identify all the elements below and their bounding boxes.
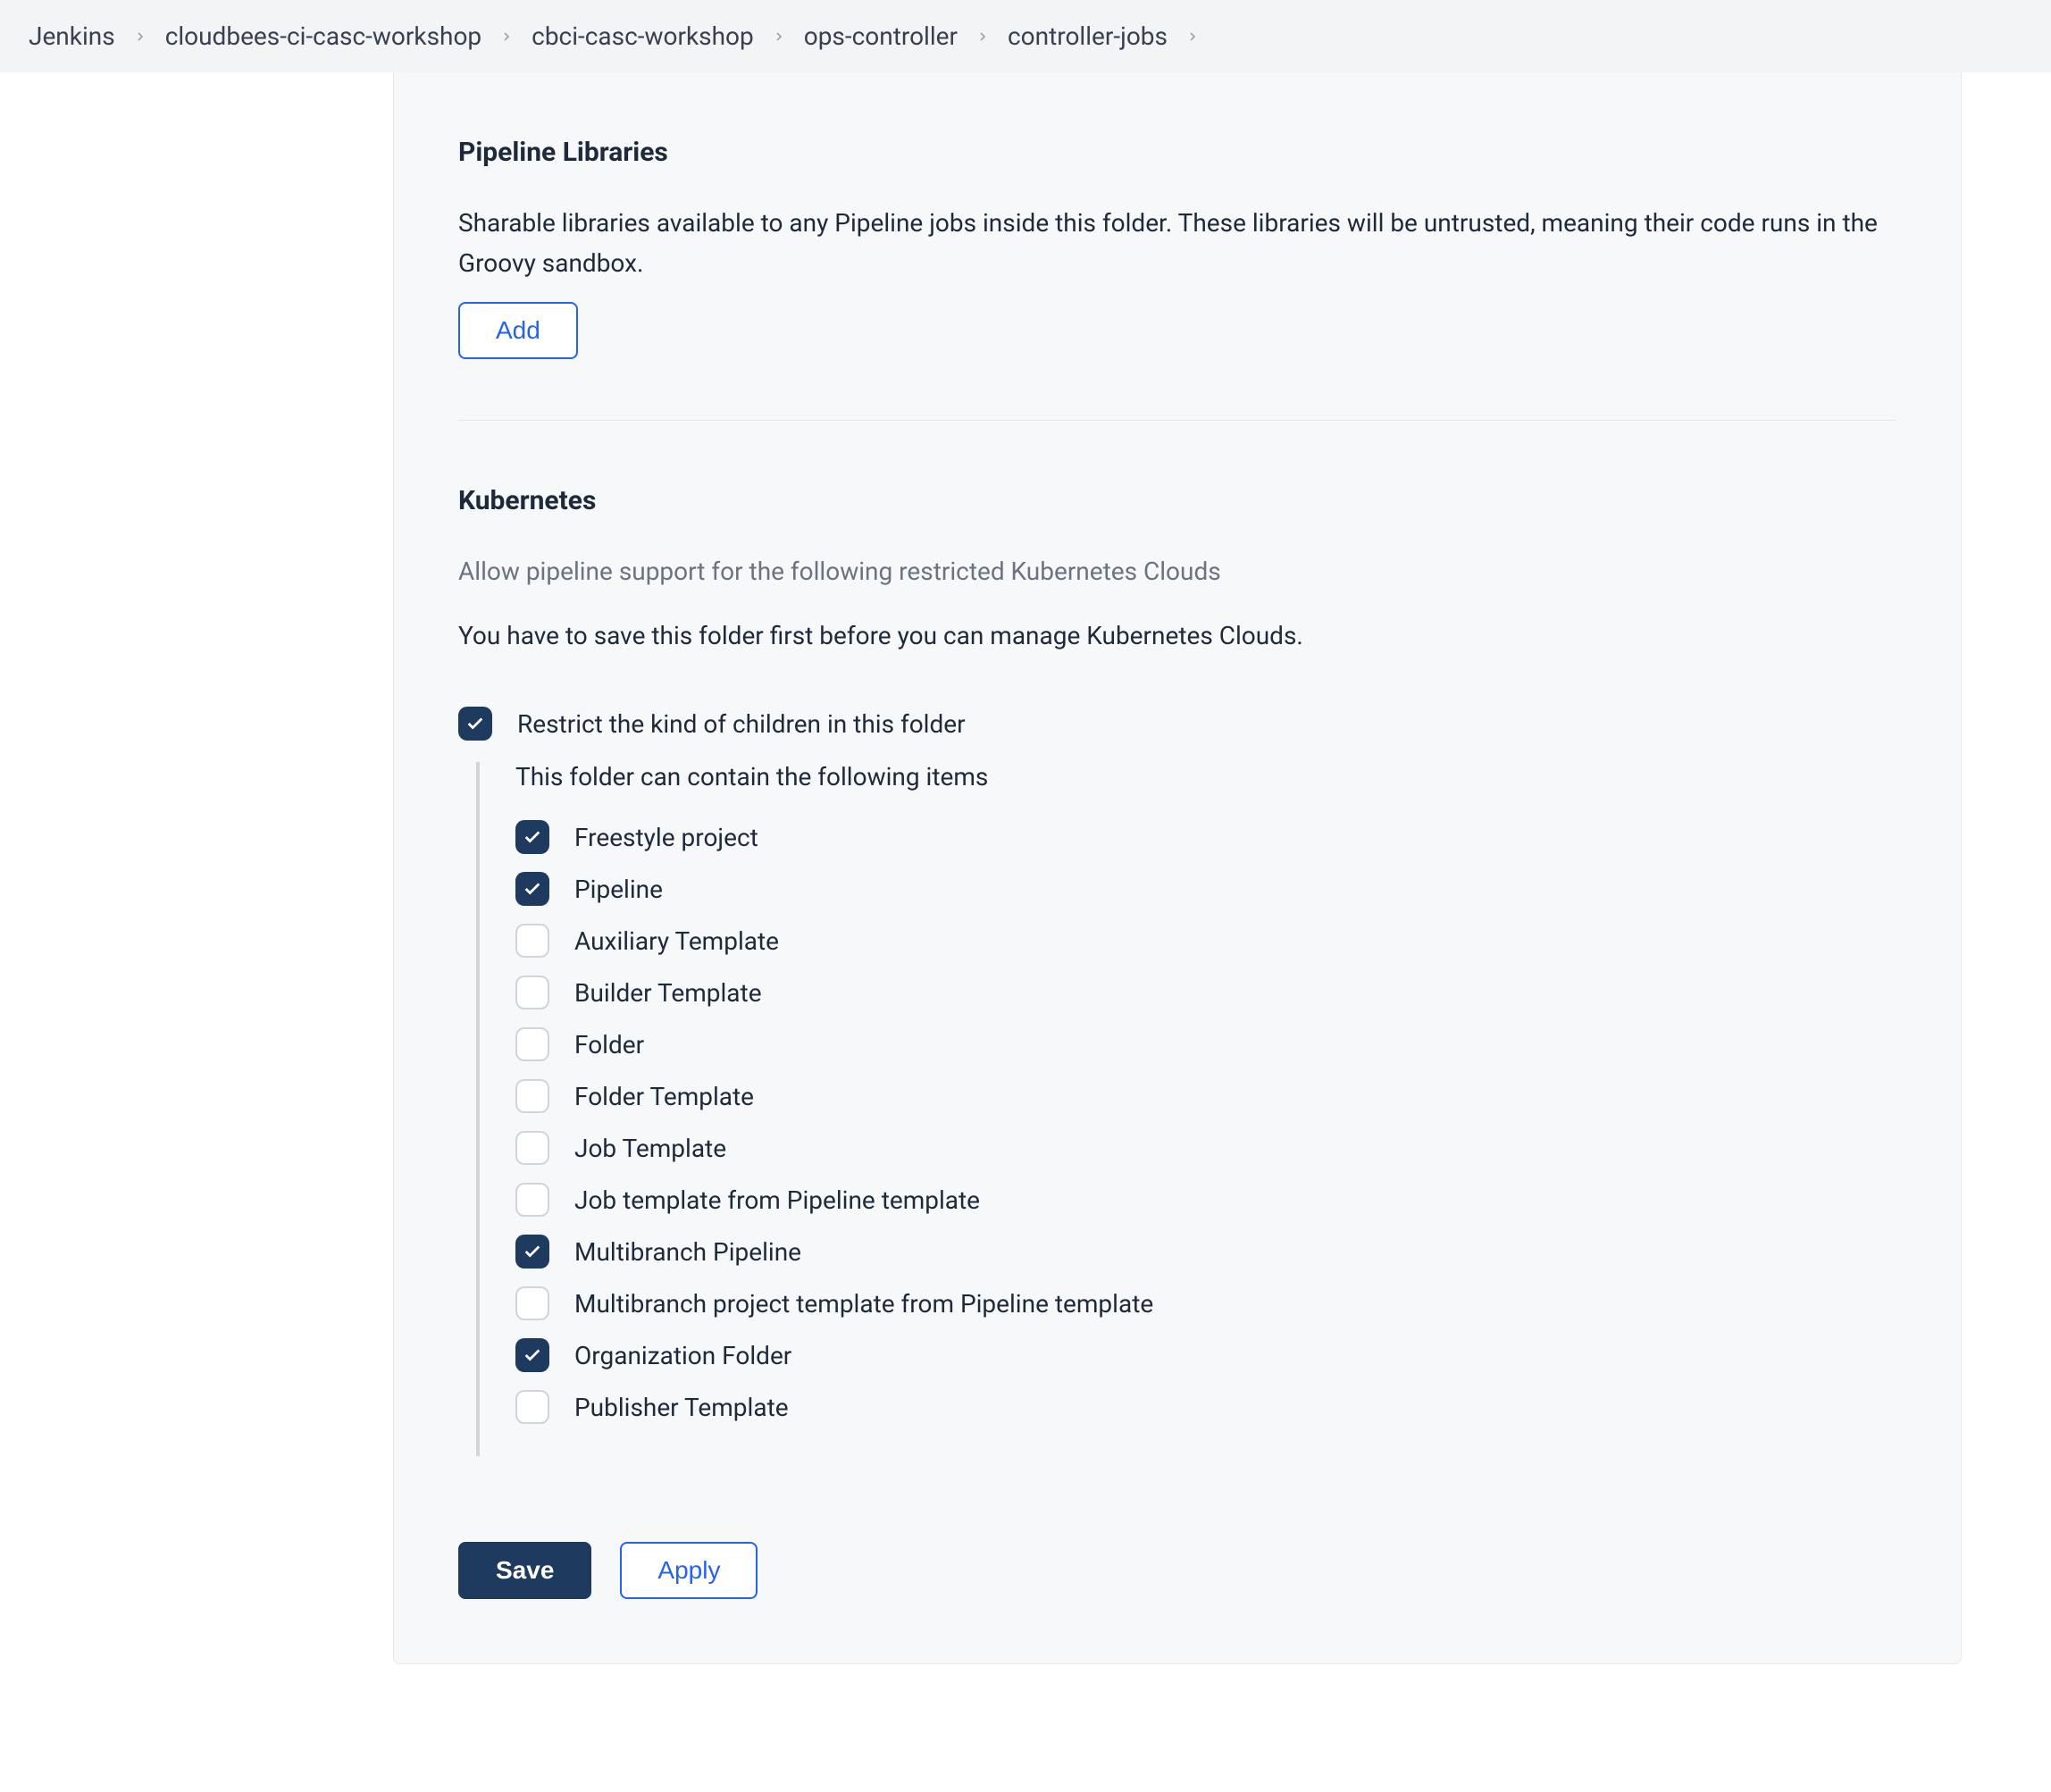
child-type-row: Folder Template [515, 1079, 1896, 1113]
child-type-row: Freestyle project [515, 820, 1896, 854]
breadcrumb-item-cbci[interactable]: cbci-casc-workshop [532, 21, 754, 51]
child-type-label: Pipeline [574, 875, 663, 904]
restrict-children-label: Restrict the kind of children in this fo… [517, 709, 966, 739]
save-button[interactable]: Save [458, 1542, 591, 1599]
child-type-checkbox[interactable] [515, 1183, 549, 1217]
breadcrumb-item-ops[interactable]: ops-controller [804, 21, 958, 51]
child-type-row: Job Template [515, 1131, 1896, 1165]
child-type-label: Job Template [574, 1134, 726, 1163]
child-type-label: Multibranch project template from Pipeli… [574, 1289, 1153, 1319]
restrict-children-checkbox[interactable] [458, 707, 492, 741]
chevron-right-icon [499, 29, 514, 44]
kubernetes-section: Kubernetes Allow pipeline support for th… [458, 420, 1896, 1457]
child-type-label: Folder Template [574, 1082, 754, 1111]
child-type-checkbox[interactable] [515, 1027, 549, 1061]
child-type-checkbox[interactable] [515, 820, 549, 854]
config-form-panel: Pipeline Libraries Sharable libraries av… [393, 72, 1962, 1664]
child-type-checkbox[interactable] [515, 1286, 549, 1320]
breadcrumb: Jenkins cloudbees-ci-casc-workshop cbci-… [0, 0, 2051, 72]
child-type-label: Publisher Template [574, 1393, 789, 1422]
child-type-row: Publisher Template [515, 1390, 1896, 1424]
children-types-block: This folder can contain the following it… [476, 762, 1896, 1456]
child-type-checkbox[interactable] [515, 1235, 549, 1269]
sidebar-spacer [0, 72, 393, 1664]
form-buttons: Save Apply [458, 1542, 1896, 1599]
child-type-row: Folder [515, 1027, 1896, 1061]
child-type-label: Folder [574, 1030, 644, 1059]
child-type-checkbox[interactable] [515, 1390, 549, 1424]
child-type-row: Job template from Pipeline template [515, 1183, 1896, 1217]
breadcrumb-item-jenkins[interactable]: Jenkins [29, 21, 115, 51]
child-type-row: Auxiliary Template [515, 924, 1896, 958]
child-type-checkbox[interactable] [515, 924, 549, 958]
child-type-label: Organization Folder [574, 1341, 791, 1370]
apply-button[interactable]: Apply [620, 1542, 758, 1599]
child-type-checkbox[interactable] [515, 1079, 549, 1113]
child-type-label: Builder Template [574, 978, 762, 1008]
child-type-row: Multibranch project template from Pipeli… [515, 1286, 1896, 1320]
children-types-label: This folder can contain the following it… [515, 762, 1896, 791]
child-type-row: Organization Folder [515, 1338, 1896, 1372]
pipeline-libraries-title: Pipeline Libraries [458, 137, 1896, 168]
child-type-checkbox[interactable] [515, 1131, 549, 1165]
kubernetes-notice: You have to save this folder first befor… [458, 616, 1896, 657]
chevron-right-icon [772, 29, 786, 44]
breadcrumb-item-workshop[interactable]: cloudbees-ci-casc-workshop [165, 21, 481, 51]
child-type-checkbox[interactable] [515, 976, 549, 1009]
child-type-label: Auxiliary Template [574, 926, 779, 956]
child-type-row: Multibranch Pipeline [515, 1235, 1896, 1269]
child-type-checkbox[interactable] [515, 1338, 549, 1372]
pipeline-libraries-section: Pipeline Libraries Sharable libraries av… [458, 72, 1896, 359]
add-library-button[interactable]: Add [458, 302, 578, 359]
breadcrumb-item-controller-jobs[interactable]: controller-jobs [1008, 21, 1168, 51]
pipeline-libraries-description: Sharable libraries available to any Pipe… [458, 204, 1896, 284]
chevron-right-icon [1185, 29, 1200, 44]
child-type-row: Builder Template [515, 976, 1896, 1009]
chevron-right-icon [133, 29, 147, 44]
restrict-children-row: Restrict the kind of children in this fo… [458, 707, 1896, 741]
kubernetes-subdescription: Allow pipeline support for the following… [458, 552, 1896, 592]
child-type-row: Pipeline [515, 872, 1896, 906]
kubernetes-title: Kubernetes [458, 485, 1896, 516]
child-type-label: Freestyle project [574, 823, 758, 852]
child-type-label: Job template from Pipeline template [574, 1185, 980, 1215]
child-type-label: Multibranch Pipeline [574, 1237, 801, 1267]
child-type-checkbox[interactable] [515, 872, 549, 906]
chevron-right-icon [975, 29, 990, 44]
